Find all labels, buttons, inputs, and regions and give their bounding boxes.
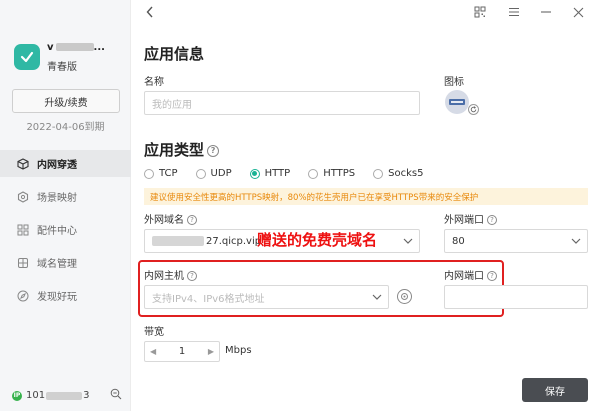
user-name: v... [47, 42, 105, 53]
sidebar: v... 青春版 升级/续费 2022-04-06到期 内网穿透 场景映射 配件… [0, 0, 131, 411]
ext-domain-label: 外网域名? [144, 211, 197, 226]
network-cube-icon [16, 157, 30, 171]
app-default-icon [449, 99, 465, 105]
upgrade-button[interactable]: 升级/续费 [12, 89, 120, 113]
user-name-suffix: ... [93, 42, 105, 53]
sidebar-item-label: 场景映射 [37, 193, 77, 204]
sidebar-item-intranet[interactable]: 内网穿透 [0, 150, 131, 177]
app-name-input[interactable]: 我的应用 [144, 91, 420, 115]
protocol-label: HTTP [264, 168, 291, 179]
sidebar-item-discover[interactable]: 发现好玩 [0, 282, 131, 309]
bandwidth-label: 带宽 [144, 327, 164, 338]
domain-redacted [152, 236, 204, 246]
protocol-https[interactable]: HTTPS [308, 168, 355, 179]
int-host-label-text: 内网主机 [144, 271, 184, 282]
int-port-label: 内网端口? [444, 267, 497, 282]
radio-button-checked[interactable] [249, 168, 260, 179]
radio-button[interactable] [144, 168, 154, 179]
help-icon[interactable]: ? [487, 215, 497, 225]
app-icon-picker[interactable] [445, 90, 469, 114]
protocol-http[interactable]: HTTP [249, 168, 291, 179]
sidebar-item-label: 内网穿透 [37, 160, 77, 171]
app-logo [14, 44, 40, 70]
help-icon[interactable]: ? [207, 144, 220, 157]
scene-hexagon-icon [16, 190, 30, 204]
int-host-label: 内网主机? [144, 267, 197, 282]
free-domain-annotation: 赠送的免费壳域名 [257, 231, 378, 249]
increment-icon[interactable]: ▶ [208, 347, 214, 356]
protocol-label: HTTPS [323, 168, 356, 179]
chevron-down-icon [403, 238, 413, 244]
sidebar-item-scene[interactable]: 场景映射 [0, 183, 131, 210]
sidebar-nav: 内网穿透 场景映射 配件中心 域名管理 发现好玩 [0, 150, 131, 315]
chevron-down-icon [571, 238, 581, 244]
save-button[interactable]: 保存 [522, 378, 588, 402]
icon-label: 图标 [444, 77, 464, 88]
radio-button[interactable] [308, 168, 319, 179]
radio-button[interactable] [195, 168, 206, 179]
app-type-title-text: 应用类型 [144, 141, 205, 159]
help-icon[interactable]: ? [487, 271, 497, 281]
ip-status-icon: IP [12, 390, 22, 401]
user-name-redacted [55, 43, 94, 51]
name-label: 名称 [144, 77, 164, 88]
user-name-prefix: v [47, 42, 54, 53]
ext-domain-value: 27.qicp.vip [206, 235, 262, 247]
qr-code-button[interactable] [472, 4, 488, 20]
zoom-out-icon[interactable] [110, 388, 122, 403]
bandwidth-value: 1 [178, 346, 186, 357]
grid-icon [16, 223, 30, 237]
ip-prefix: 101 [26, 390, 46, 401]
minimize-button[interactable] [538, 4, 554, 20]
chevron-left-icon [146, 6, 153, 18]
ip-redacted [46, 391, 83, 400]
ext-port-value: 80 [452, 235, 465, 247]
int-port-label-text: 内网端口 [444, 271, 484, 282]
sidebar-item-domains[interactable]: 域名管理 [0, 249, 131, 276]
protocol-tcp[interactable]: TCP [144, 168, 178, 179]
protocol-label: UDP [210, 168, 232, 179]
qr-code-icon [474, 6, 486, 18]
protocol-label: Socks5 [388, 168, 424, 179]
ip-suffix: 3 [83, 390, 90, 401]
close-icon [573, 7, 583, 17]
int-host-input[interactable]: 支持IPv4、IPv6格式地址 [144, 285, 389, 309]
ext-domain-label-text: 外网域名 [144, 215, 184, 226]
protocol-udp[interactable]: UDP [195, 168, 232, 179]
ext-port-select[interactable]: 80 [444, 229, 588, 253]
https-notice: 建议使用安全性更高的HTTPS映射，80%的花生壳用户已在享受HTTPS带来的安… [144, 188, 588, 205]
compass-icon [16, 289, 30, 303]
app-info-title: 应用信息 [144, 45, 205, 63]
int-port-input[interactable] [444, 285, 588, 309]
bandwidth-stepper[interactable]: ◀ 1 ▶ [144, 341, 220, 362]
help-icon[interactable]: ? [187, 215, 197, 225]
ext-port-label: 外网端口? [444, 211, 497, 226]
sidebar-footer: IP 101 3 [12, 388, 122, 403]
app-type-title: 应用类型? [144, 139, 220, 160]
back-button[interactable] [143, 3, 157, 21]
refresh-icon[interactable] [468, 104, 479, 115]
minimize-icon [541, 11, 551, 13]
menu-icon [509, 7, 519, 17]
sidebar-item-label: 配件中心 [37, 226, 77, 237]
bandwidth-unit: Mbps [225, 345, 252, 356]
radio-button[interactable] [373, 168, 384, 179]
protocol-label: TCP [159, 168, 178, 179]
ext-port-label-text: 外网端口 [444, 215, 484, 226]
protocol-socks5[interactable]: Socks5 [373, 168, 423, 179]
protocol-radio-group: TCP UDP HTTP HTTPS Socks5 [144, 168, 441, 179]
sidebar-item-label: 域名管理 [37, 259, 77, 270]
expire-date: 2022-04-06到期 [26, 122, 105, 133]
close-button[interactable] [570, 4, 586, 20]
target-icon[interactable] [397, 289, 412, 304]
int-host-placeholder: 支持IPv4、IPv6格式地址 [152, 293, 265, 305]
help-icon[interactable]: ? [187, 271, 197, 281]
menu-button[interactable] [506, 4, 522, 20]
sidebar-item-label: 发现好玩 [37, 292, 77, 303]
sidebar-item-accessories[interactable]: 配件中心 [0, 216, 131, 243]
edition-label: 青春版 [47, 62, 77, 73]
decrement-icon[interactable]: ◀ [150, 347, 156, 356]
chevron-down-icon [372, 294, 382, 300]
globe-icon [16, 256, 30, 270]
